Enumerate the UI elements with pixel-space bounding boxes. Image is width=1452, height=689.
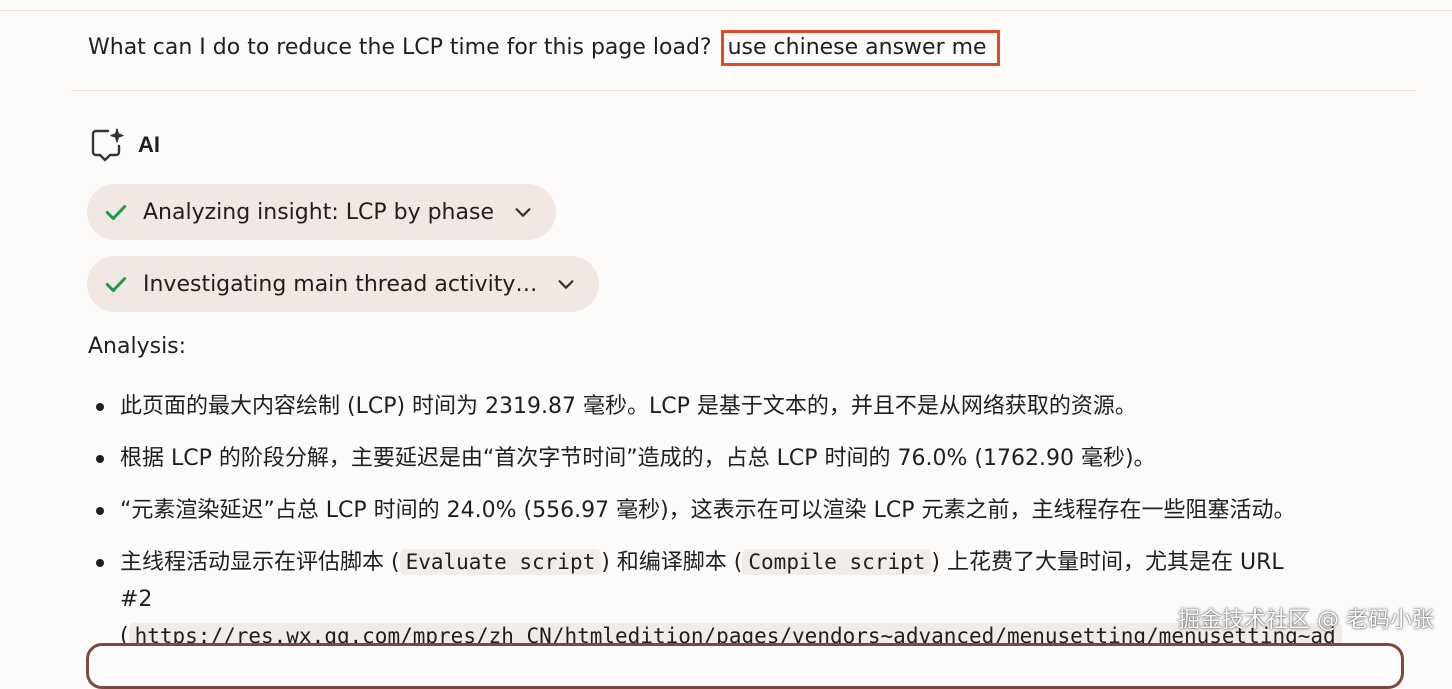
chevron-down-icon — [515, 208, 531, 217]
list-item: 根据 LCP 的阶段分解，主要延迟是由“首次字节时间”造成的，占总 LCP 时间… — [92, 440, 1412, 477]
step-analyzing-insight[interactable]: Analyzing insight: LCP by phase — [87, 184, 556, 240]
watermark: 掘金技术社区 @ 老码小张 — [1178, 608, 1434, 633]
analysis-heading: Analysis: — [88, 334, 187, 359]
step-label: Investigating main thread activity… — [143, 271, 538, 297]
list-item: 主线程活动显示在评估脚本 (Evaluate script) 和编译脚本 (Co… — [92, 544, 1412, 655]
prompt-divider — [71, 90, 1415, 91]
highlighted-prompt-text: use chinese answer me — [720, 30, 1000, 66]
top-divider — [0, 10, 1452, 11]
prompt-text: What can I do to reduce the LCP time for… — [88, 35, 712, 60]
check-icon — [105, 277, 127, 293]
step-investigating-main-thread[interactable]: Investigating main thread activity… — [87, 256, 600, 312]
finding-text: ) 上花费了大量时间，尤其是在 URL — [931, 550, 1284, 575]
chat-input-box[interactable] — [86, 643, 1404, 689]
step-label: Analyzing insight: LCP by phase — [143, 199, 494, 225]
chevron-down-icon — [558, 280, 574, 289]
check-icon — [105, 205, 127, 221]
ai-header: AI — [88, 126, 160, 164]
user-prompt: What can I do to reduce the LCP time for… — [88, 30, 1000, 66]
list-item: 此页面的最大内容绘制 (LCP) 时间为 2319.87 毫秒。LCP 是基于文… — [92, 388, 1412, 425]
finding-text: ) 和编译脚本 ( — [601, 550, 743, 575]
finding-ref: #2 — [120, 587, 153, 612]
ai-sparkle-chat-icon — [91, 128, 124, 162]
code-evaluate-script: Evaluate script — [399, 549, 602, 575]
code-compile-script: Compile script — [742, 549, 932, 575]
finding-text: 主线程活动显示在评估脚本 ( — [120, 550, 400, 575]
ai-label: AI — [138, 132, 160, 157]
list-item: “元素渲染延迟”占总 LCP 时间的 24.0% (556.97 毫秒)，这表示… — [92, 492, 1412, 529]
